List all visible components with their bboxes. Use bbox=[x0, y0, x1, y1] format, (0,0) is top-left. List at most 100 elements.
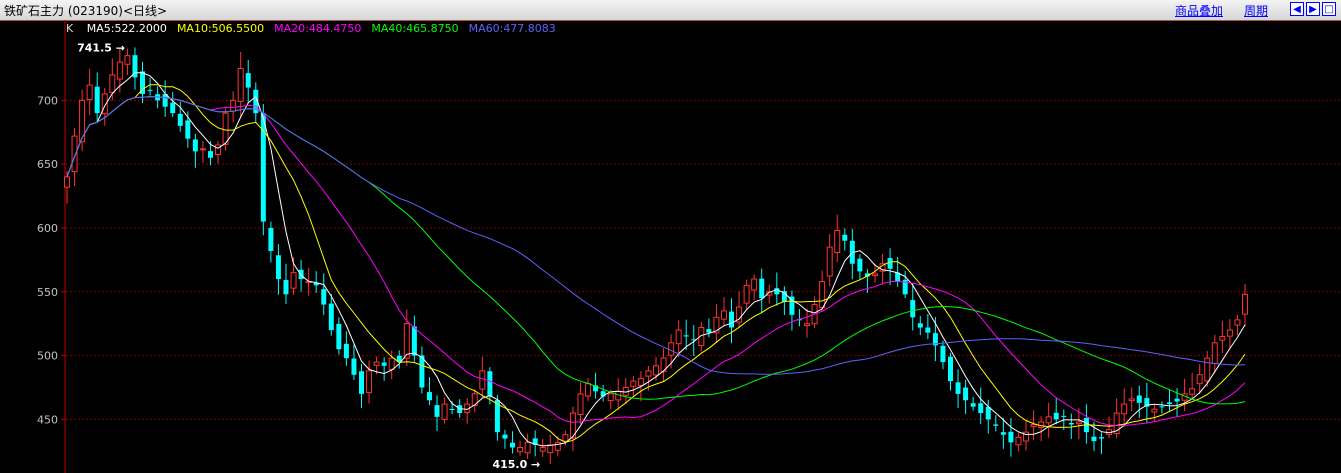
candle-body-down bbox=[729, 311, 735, 328]
candle-body-down bbox=[449, 408, 455, 410]
candle-body-up bbox=[441, 403, 448, 420]
candle-body-down bbox=[510, 442, 516, 448]
candle-body-down bbox=[502, 434, 508, 439]
candle-body-down bbox=[1061, 415, 1067, 417]
candle-body-up bbox=[751, 278, 758, 291]
candle-body-down bbox=[1000, 432, 1006, 435]
period-link[interactable]: 周期 bbox=[1244, 2, 1268, 19]
candle-body-down bbox=[917, 323, 923, 328]
candle-body-up bbox=[668, 342, 675, 356]
candle-body-up bbox=[630, 380, 637, 387]
chart-title: 铁矿石主力 (023190)<日线> bbox=[4, 4, 168, 18]
candle-body-down bbox=[978, 403, 984, 414]
candle-body-down bbox=[268, 227, 274, 251]
ma-line-ma60 bbox=[66, 96, 1246, 375]
candle-body-up bbox=[366, 370, 373, 394]
candle-body-up bbox=[1015, 436, 1022, 446]
candle-body-up bbox=[1075, 421, 1082, 425]
candle-body-down bbox=[343, 343, 349, 359]
candle-body-down bbox=[321, 289, 327, 305]
candle-body-down bbox=[1053, 412, 1059, 420]
candle-body-down bbox=[283, 280, 289, 295]
candle-body-down bbox=[774, 288, 780, 295]
candle-body-up bbox=[1128, 398, 1135, 402]
ma-legend: K MA5:522.2000 MA10:506.5500 MA20:484.4750… bbox=[66, 22, 566, 35]
candle-body-down bbox=[857, 258, 863, 272]
candle-body-up bbox=[1030, 424, 1037, 428]
y-tick-label: 500 bbox=[37, 350, 58, 363]
candle-body-up bbox=[1219, 335, 1226, 341]
candle-body-up bbox=[675, 329, 682, 345]
candle-body-down bbox=[207, 151, 213, 158]
legend-ma20: MA20:484.4750 bbox=[274, 22, 362, 35]
ma-line-ma5 bbox=[66, 72, 1246, 447]
candle-body-down bbox=[1166, 402, 1172, 405]
candle-body-down bbox=[706, 329, 712, 333]
candle-body-up bbox=[577, 393, 584, 415]
candle-body-down bbox=[948, 356, 953, 382]
candle-body-up bbox=[237, 67, 244, 102]
candlestick-chart[interactable]: 450 500 550 600 650 700 741.5 → 415.0 → bbox=[0, 20, 1341, 473]
prev-arrow-icon[interactable]: ◀ bbox=[1290, 2, 1304, 16]
candle-body-up bbox=[388, 357, 395, 370]
y-tick-label: 450 bbox=[37, 413, 58, 426]
legend-prefix: K bbox=[66, 22, 74, 35]
candle-body-down bbox=[970, 403, 976, 407]
candle-body-up bbox=[524, 441, 531, 454]
candle-body-up bbox=[1151, 408, 1158, 413]
candle-body-up bbox=[517, 446, 524, 453]
next-arrow-icon[interactable]: ▶ bbox=[1306, 2, 1320, 16]
legend-ma10: MA10:506.5500 bbox=[176, 22, 265, 35]
candle-body-down bbox=[245, 73, 251, 88]
candle-body-up bbox=[222, 112, 229, 145]
candle-body-up bbox=[71, 135, 78, 173]
candle-body-up bbox=[86, 84, 93, 101]
y-tick-label: 700 bbox=[37, 94, 58, 107]
candle-body-down bbox=[887, 258, 893, 269]
candle-body-up bbox=[1234, 319, 1241, 326]
candle-body-down bbox=[94, 86, 100, 114]
candle-body-down bbox=[487, 371, 493, 397]
candle-body-down bbox=[789, 296, 795, 315]
candle-body-down bbox=[359, 371, 364, 394]
y-tick-label: 650 bbox=[37, 158, 58, 171]
candle-body-down bbox=[683, 335, 689, 337]
candle-body-up bbox=[290, 272, 297, 289]
candle-body-up bbox=[199, 148, 206, 151]
compare-commodity-link[interactable]: 商品叠加 bbox=[1175, 2, 1223, 19]
y-tick-label: 600 bbox=[37, 222, 58, 235]
candle-body-down bbox=[759, 278, 765, 299]
y-tick-label: 550 bbox=[37, 286, 58, 299]
candle-body-down bbox=[185, 120, 191, 139]
candle-body-down bbox=[985, 406, 991, 420]
candle-body-up bbox=[116, 61, 123, 80]
candle-body-down bbox=[411, 326, 417, 356]
annotation-low: 415.0 → bbox=[492, 458, 540, 471]
ma-line-ma10 bbox=[66, 84, 1246, 443]
candle-body-up bbox=[1045, 416, 1052, 424]
candle-body-down bbox=[963, 387, 969, 401]
candle-body-up bbox=[834, 230, 841, 253]
candle-body-down bbox=[328, 303, 334, 331]
annotation-high: 741.5 → bbox=[77, 41, 125, 54]
candle-body-up bbox=[124, 55, 131, 65]
candle-body-up bbox=[1242, 293, 1248, 315]
candle-body-up bbox=[479, 370, 486, 390]
candle-body-down bbox=[925, 327, 931, 333]
candle-body-up bbox=[1121, 403, 1128, 415]
candle-body-up bbox=[653, 365, 659, 376]
candle-body-down bbox=[1068, 422, 1074, 425]
candle-body-up bbox=[1038, 421, 1045, 428]
candle-body-down bbox=[434, 405, 440, 417]
candle-body-down bbox=[910, 300, 916, 318]
candle-body-up bbox=[539, 446, 546, 452]
maximize-icon[interactable]: □ bbox=[1322, 2, 1336, 16]
candle-body-down bbox=[336, 323, 342, 350]
candle-body-up bbox=[215, 144, 222, 155]
candle-body-down bbox=[170, 102, 176, 114]
candle-body-down bbox=[381, 362, 387, 366]
candle-body-down bbox=[1159, 406, 1165, 408]
candle-body-up bbox=[547, 444, 554, 454]
legend-ma40: MA40:465.8750 bbox=[371, 22, 459, 35]
candle-body-up bbox=[1226, 329, 1233, 337]
